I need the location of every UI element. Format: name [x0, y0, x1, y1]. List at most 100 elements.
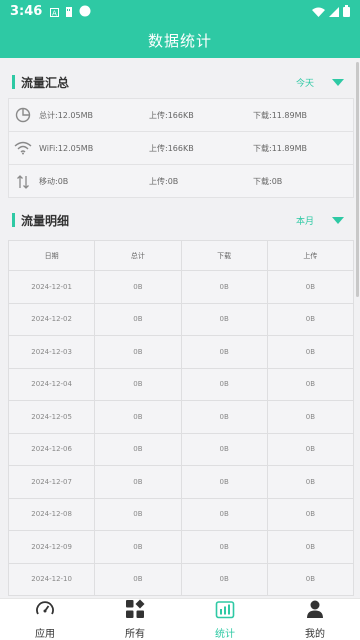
row-download: 0B	[181, 466, 268, 499]
row-date: 2024-12-02	[9, 303, 96, 336]
table-row: 2024-12-10 0B 0B 0B	[9, 563, 354, 596]
table-row: 2024-12-09 0B 0B 0B	[9, 531, 354, 564]
section-accent-bar	[12, 213, 15, 227]
bottom-nav: 应用 所有 统计 我的	[0, 598, 360, 640]
row-download: 0B	[181, 303, 268, 336]
wifi-signal-icon	[312, 2, 325, 21]
summary-row-wifi: WiFi:12.05MB 上传:166KB 下载:11.89MB	[9, 132, 353, 165]
table-row: 2024-12-05 0B 0B 0B	[9, 401, 354, 434]
mobile-download-value: 下载:0B	[253, 177, 283, 186]
pie-chart-icon	[11, 107, 35, 123]
page-title: 数据统计	[147, 31, 212, 50]
summary-section-header: 流量汇总 今天	[0, 67, 354, 97]
row-total: 0B	[95, 401, 182, 434]
app-bar: 数据统计	[0, 22, 360, 58]
nav-item-apps[interactable]: 应用	[0, 599, 90, 640]
mobile-total-value: 移动:0B	[39, 177, 69, 186]
column-header-date: 日期	[9, 241, 96, 271]
wifi-icon	[11, 141, 35, 155]
traffic-detail-table: 日期 总计 下载 上传 2024-12-01 0B 0B 0B 2024-12-…	[8, 240, 354, 596]
scrollbar[interactable]	[356, 62, 359, 297]
detail-section-title: 流量明细	[21, 213, 70, 228]
row-total: 0B	[95, 498, 182, 531]
table-row: 2024-12-08 0B 0B 0B	[9, 498, 354, 531]
storage-icon	[65, 2, 73, 21]
table-header-row: 日期 总计 下载 上传	[9, 241, 354, 271]
row-date: 2024-12-09	[9, 531, 96, 564]
wifi-download-value: 下载:11.89MB	[253, 143, 307, 153]
notification-a-icon: A	[50, 2, 60, 21]
row-upload: 0B	[267, 401, 354, 434]
row-download: 0B	[181, 401, 268, 434]
row-upload: 0B	[267, 336, 354, 369]
row-date: 2024-12-04	[9, 368, 96, 401]
table-row: 2024-12-02 0B 0B 0B	[9, 303, 354, 336]
summary-dropdown-arrow-icon[interactable]	[332, 78, 344, 86]
row-total: 0B	[95, 303, 182, 336]
status-bar: 3:46 A	[0, 0, 360, 22]
column-header-download: 下载	[181, 241, 268, 271]
row-total: 0B	[95, 271, 182, 304]
nav-label-mine: 我的	[305, 629, 325, 640]
row-download: 0B	[181, 531, 268, 564]
row-download: 0B	[181, 498, 268, 531]
row-date: 2024-12-07	[9, 466, 96, 499]
table-row: 2024-12-07 0B 0B 0B	[9, 466, 354, 499]
detail-dropdown-arrow-icon[interactable]	[332, 216, 344, 224]
row-upload: 0B	[267, 433, 354, 466]
person-icon	[305, 599, 325, 623]
summary-period-select[interactable]: 今天	[296, 76, 314, 89]
nav-label-apps: 应用	[35, 629, 55, 640]
summary-download-value: 下载:11.89MB	[253, 110, 307, 120]
summary-row-total: 总计:12.05MB 上传:166KB 下载:11.89MB	[9, 99, 353, 132]
row-total: 0B	[95, 466, 182, 499]
summary-upload-value: 上传:166KB	[149, 110, 194, 120]
summary-row-mobile: 移动:0B 上传:0B 下载:0B	[9, 165, 353, 198]
row-download: 0B	[181, 271, 268, 304]
column-header-upload: 上传	[267, 241, 354, 271]
row-upload: 0B	[267, 466, 354, 499]
row-upload: 0B	[267, 498, 354, 531]
circle-icon	[79, 2, 91, 21]
row-upload: 0B	[267, 368, 354, 401]
nav-item-stats[interactable]: 统计	[180, 599, 270, 640]
row-date: 2024-12-08	[9, 498, 96, 531]
mobile-data-icon	[11, 174, 35, 190]
summary-total-value: 总计:12.05MB	[39, 110, 93, 120]
row-total: 0B	[95, 531, 182, 564]
detail-section-header: 流量明细 本月	[0, 205, 354, 235]
summary-card: 总计:12.05MB 上传:166KB 下载:11.89MB WiFi:12.0…	[8, 98, 354, 198]
nav-item-all[interactable]: 所有	[90, 599, 180, 640]
wifi-upload-value: 上传:166KB	[149, 143, 194, 153]
row-total: 0B	[95, 563, 182, 596]
table-row: 2024-12-04 0B 0B 0B	[9, 368, 354, 401]
nav-item-mine[interactable]: 我的	[270, 599, 360, 640]
cell-signal-icon	[329, 2, 339, 21]
row-upload: 0B	[267, 303, 354, 336]
row-date: 2024-12-10	[9, 563, 96, 596]
row-total: 0B	[95, 368, 182, 401]
row-download: 0B	[181, 336, 268, 369]
status-time: 3:46	[10, 3, 43, 19]
speedometer-icon	[35, 599, 55, 623]
nav-label-stats: 统计	[215, 629, 235, 640]
mobile-upload-value: 上传:0B	[149, 177, 179, 186]
row-date: 2024-12-05	[9, 401, 96, 434]
row-date: 2024-12-06	[9, 433, 96, 466]
section-accent-bar	[12, 75, 15, 89]
row-download: 0B	[181, 368, 268, 401]
main-content[interactable]: 流量汇总 今天 总计:12.05MB 上传:166KB 下载:11.89MB W…	[0, 58, 354, 598]
row-download: 0B	[181, 563, 268, 596]
column-header-total: 总计	[95, 241, 182, 271]
row-total: 0B	[95, 433, 182, 466]
table-row: 2024-12-03 0B 0B 0B	[9, 336, 354, 369]
table-row: 2024-12-01 0B 0B 0B	[9, 271, 354, 304]
row-upload: 0B	[267, 563, 354, 596]
detail-period-select[interactable]: 本月	[296, 214, 314, 227]
svg-text:A: A	[52, 9, 57, 17]
row-download: 0B	[181, 433, 268, 466]
wifi-total-value: WiFi:12.05MB	[39, 143, 94, 153]
stats-icon	[215, 599, 235, 623]
row-upload: 0B	[267, 531, 354, 564]
row-upload: 0B	[267, 271, 354, 304]
